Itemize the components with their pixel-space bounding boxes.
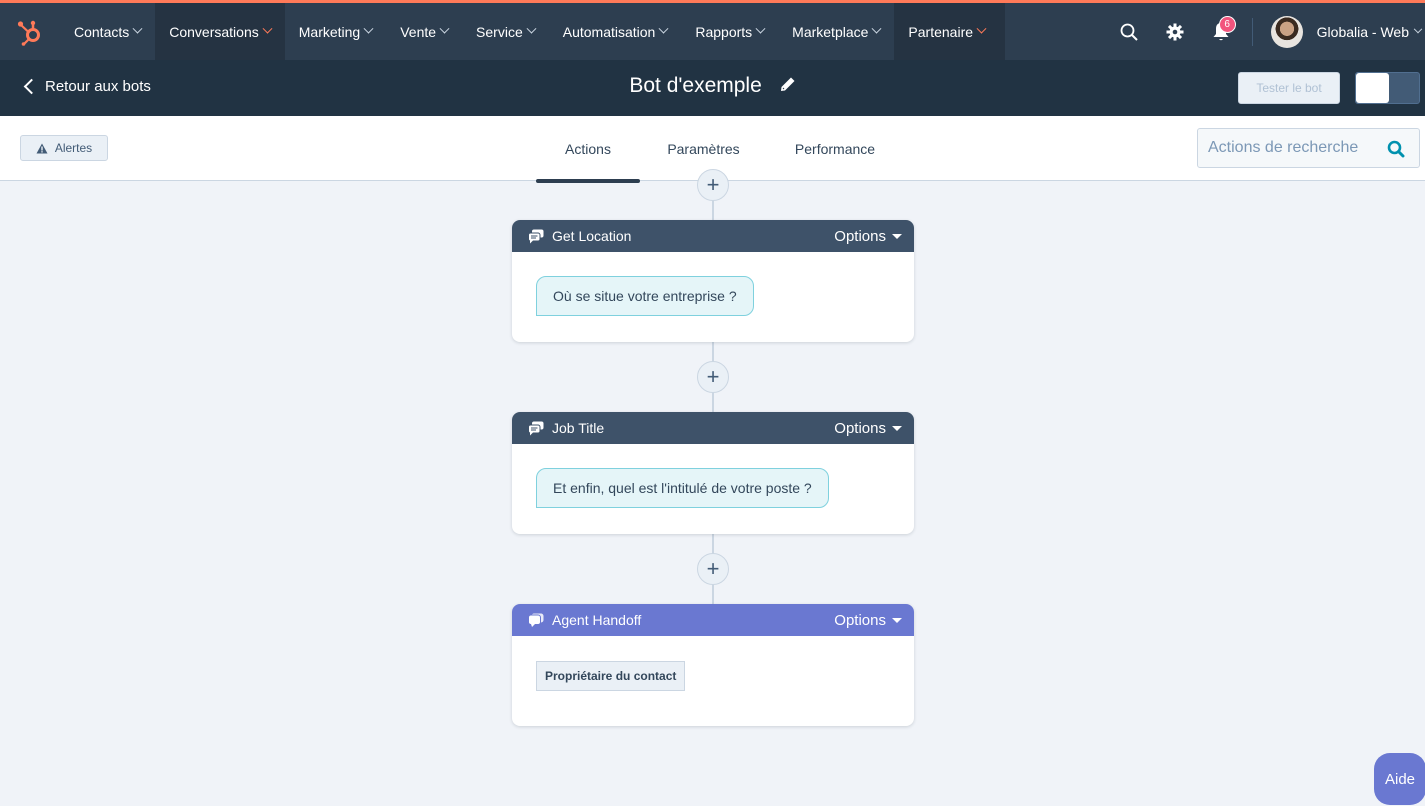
notification-count-badge: 6	[1218, 16, 1236, 33]
action-card-body: Et enfin, quel est l'intitulé de votre p…	[512, 444, 914, 534]
nav-divider	[1251, 17, 1253, 46]
nav-automatisation[interactable]: Automatisation	[549, 3, 682, 60]
action-card-agent-handoff[interactable]: Agent Handoff Options Propriétaire du co…	[512, 604, 914, 726]
nav-label: Rapports	[695, 23, 753, 40]
bot-title: Bot d'exemple	[0, 74, 1425, 98]
help-button[interactable]: Aide	[1374, 753, 1425, 805]
action-options-dropdown[interactable]: Options	[834, 228, 902, 245]
nav-partenaire[interactable]: Partenaire	[894, 3, 1006, 60]
nav-label: Partenaire	[908, 23, 974, 40]
top-navigation: Contacts Conversations Marketing Vente S…	[0, 0, 1425, 60]
chevron-down-icon	[755, 23, 766, 34]
tab-actions[interactable]: Actions	[536, 116, 640, 183]
main-menu: Contacts Conversations Marketing Vente S…	[60, 3, 1006, 60]
hubspot-sprocket-icon	[17, 20, 40, 46]
chevron-down-icon	[976, 23, 987, 34]
global-search-button[interactable]	[1106, 3, 1152, 60]
alerts-button[interactable]: Alertes	[20, 135, 108, 161]
options-label: Options	[834, 611, 886, 629]
actions-search	[1197, 128, 1420, 168]
action-card-body: Où se situe votre entreprise ?	[512, 252, 914, 342]
chat-bubbles-icon	[528, 421, 544, 435]
nav-rapports[interactable]: Rapports	[681, 3, 778, 60]
notifications-button[interactable]: 6	[1198, 3, 1244, 60]
chevron-down-icon	[658, 23, 669, 34]
caret-down-icon	[892, 617, 902, 623]
nav-label: Contacts	[74, 23, 130, 40]
chevron-down-icon	[262, 23, 273, 34]
gear-icon	[1166, 23, 1184, 40]
add-action-button[interactable]: +	[697, 361, 729, 393]
chevron-down-icon	[363, 23, 374, 34]
caret-down-icon	[892, 233, 902, 239]
action-title: Agent Handoff	[552, 612, 642, 628]
action-card-header: Get Location Options	[512, 220, 914, 252]
settings-button[interactable]	[1152, 3, 1198, 60]
chevron-down-icon	[526, 23, 537, 34]
nav-vente[interactable]: Vente	[386, 3, 462, 60]
chevron-down-icon	[132, 23, 143, 34]
chevron-down-icon	[1413, 24, 1423, 33]
action-title: Job Title	[552, 420, 605, 436]
bot-header: Retour aux bots Bot d'exemple Tester le …	[0, 60, 1425, 116]
bot-message-bubble: Et enfin, quel est l'intitulé de votre p…	[536, 468, 829, 508]
chevron-down-icon	[871, 23, 882, 34]
bot-name: Bot d'exemple	[629, 74, 762, 97]
action-card-get-location[interactable]: Get Location Options Où se situe votre e…	[512, 220, 914, 342]
nav-label: Conversations	[169, 23, 259, 40]
bot-message-bubble: Où se situe votre entreprise ?	[536, 276, 754, 316]
search-icon	[1387, 140, 1405, 158]
tab-performance[interactable]: Performance	[767, 116, 903, 181]
options-label: Options	[834, 419, 886, 437]
nav-marketplace[interactable]: Marketplace	[778, 3, 894, 60]
bot-enable-toggle[interactable]	[1355, 72, 1420, 104]
test-bot-button[interactable]: Tester le bot	[1238, 72, 1340, 104]
nav-label: Marketplace	[792, 23, 869, 40]
warning-icon	[36, 143, 48, 153]
account-menu[interactable]: Globalia - Web	[1316, 23, 1423, 40]
nav-label: Marketing	[298, 23, 361, 40]
toggle-knob	[1356, 73, 1389, 103]
action-options-dropdown[interactable]: Options	[834, 420, 902, 437]
nav-conversations[interactable]: Conversations	[155, 3, 285, 60]
account-name: Globalia - Web	[1316, 23, 1409, 40]
chat-bubbles-icon	[528, 229, 544, 243]
action-card-header: Job Title Options	[512, 412, 914, 444]
nav-service[interactable]: Service	[462, 3, 549, 60]
add-action-button[interactable]: +	[697, 169, 729, 201]
search-submit-button[interactable]	[1387, 140, 1405, 163]
hubspot-logo[interactable]	[0, 3, 60, 60]
nav-contacts[interactable]: Contacts	[60, 3, 155, 60]
nav-label: Automatisation	[562, 23, 656, 40]
nav-marketing[interactable]: Marketing	[285, 3, 386, 60]
caret-down-icon	[892, 425, 902, 431]
plus-icon: +	[706, 172, 720, 197]
actions-search-input[interactable]	[1198, 139, 1378, 157]
plus-icon: +	[706, 364, 720, 389]
pencil-icon	[780, 77, 795, 92]
add-action-button[interactable]: +	[697, 553, 729, 585]
action-card-job-title[interactable]: Job Title Options Et enfin, quel est l'i…	[512, 412, 914, 534]
nav-label: Vente	[400, 23, 437, 40]
action-card-header: Agent Handoff Options	[512, 604, 914, 636]
chevron-down-icon	[439, 23, 450, 34]
user-avatar[interactable]	[1270, 15, 1303, 48]
action-card-body: Propriétaire du contact	[512, 636, 914, 726]
search-icon	[1120, 23, 1138, 41]
options-label: Options	[834, 227, 886, 245]
edit-name-button[interactable]	[780, 74, 796, 98]
nav-utilities: 6 Globalia - Web	[1106, 3, 1425, 60]
alerts-label: Alertes	[54, 141, 93, 155]
action-options-dropdown[interactable]: Options	[834, 612, 902, 629]
handoff-chat-icon	[528, 613, 544, 627]
handoff-target-tag: Propriétaire du contact	[536, 661, 686, 691]
plus-icon: +	[706, 556, 720, 581]
nav-label: Service	[476, 23, 523, 40]
action-title: Get Location	[552, 228, 632, 244]
